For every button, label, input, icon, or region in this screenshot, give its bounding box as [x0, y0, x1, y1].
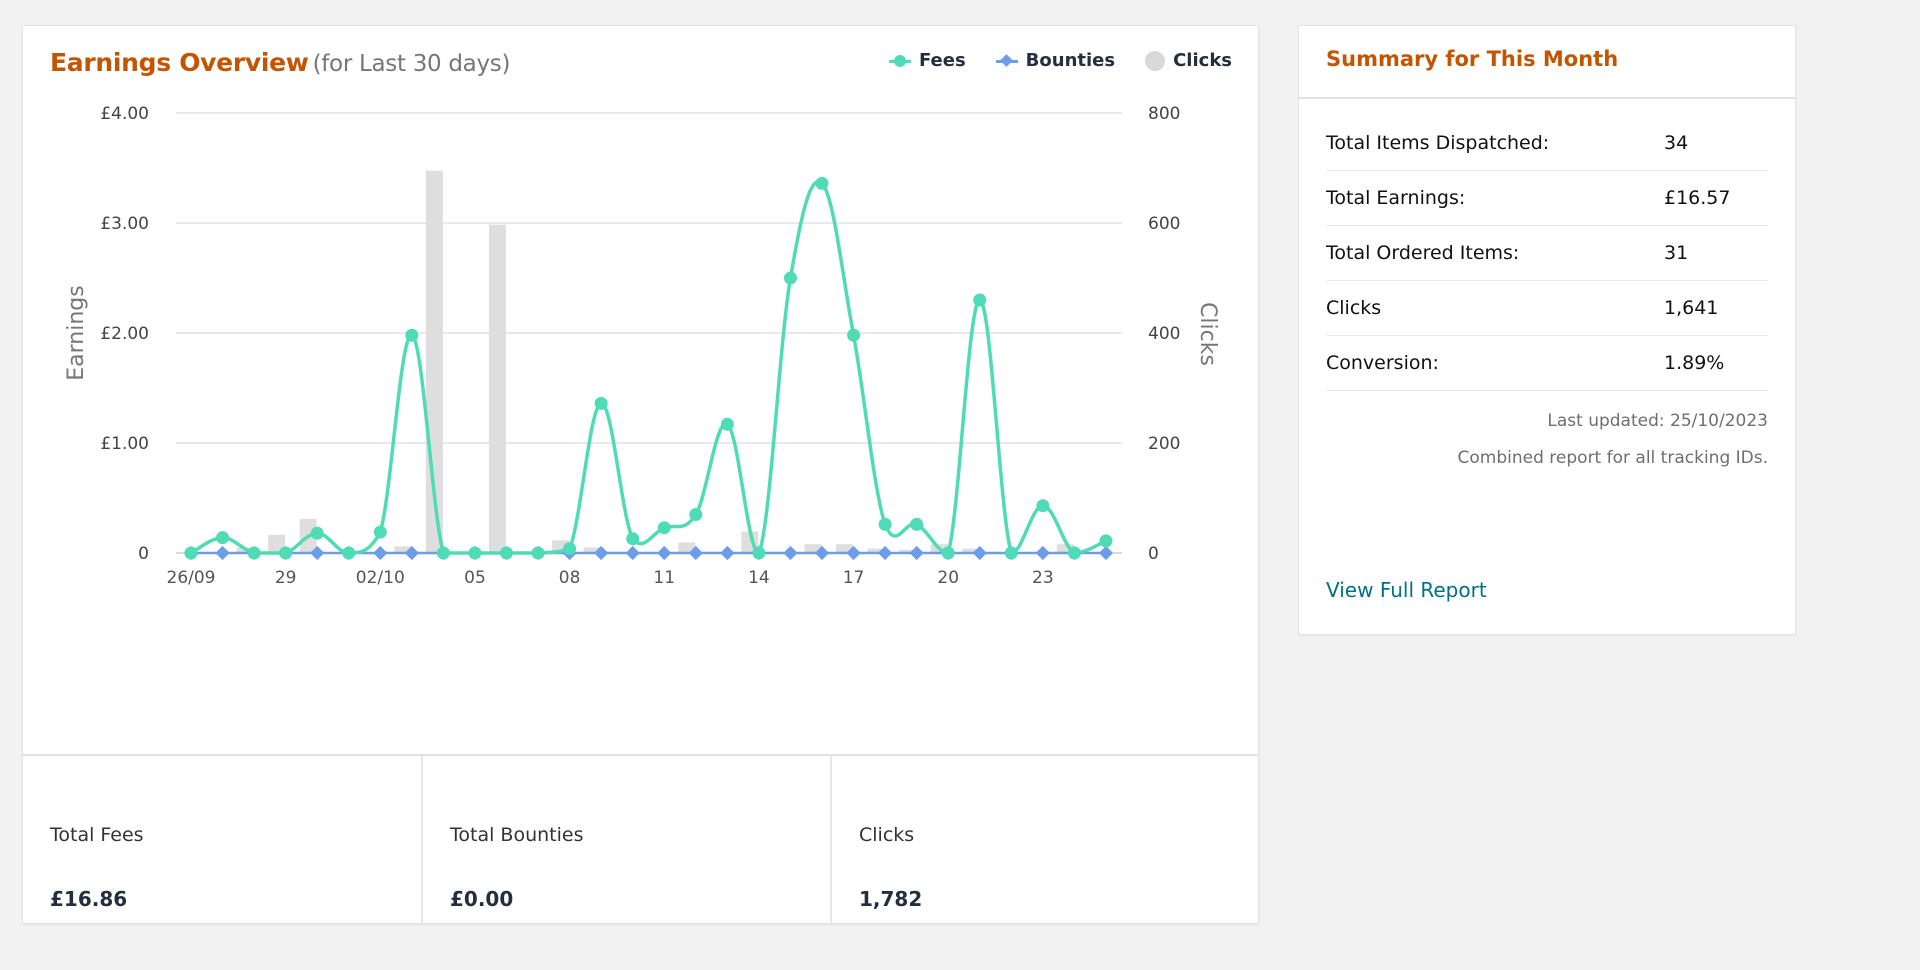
- x-tick-label: 26/09: [167, 568, 216, 588]
- fees-point-zero: [468, 546, 482, 560]
- y2-tick-label: 0: [1148, 544, 1159, 564]
- fees-point-zero: [342, 546, 356, 560]
- summary-row-items-dispatched: Total Items Dispatched: 34: [1326, 116, 1768, 171]
- stats-row: Total Fees £16.86 Total Bounties £0.00 C…: [23, 754, 1258, 925]
- stat-clicks: Clicks 1,782: [830, 756, 1258, 925]
- summary-row-ordered-items: Total Ordered Items: 31: [1326, 226, 1768, 281]
- y2-tick-label: 800: [1148, 104, 1180, 124]
- summary-card: Summary for This Month Total Items Dispa…: [1298, 25, 1796, 635]
- fees-point: [1036, 499, 1050, 513]
- x-tick-label: 17: [843, 568, 865, 588]
- fees-point: [689, 508, 703, 521]
- summary-header: Summary for This Month: [1299, 26, 1795, 99]
- summary-value: 1,641: [1664, 297, 1719, 319]
- earnings-chart: 0 £1.00 £2.00 £3.00 £4.00 0 200 400 600 800 Earnin…: [64, 104, 1220, 588]
- fees-point-zero: [247, 546, 261, 560]
- summary-row-total-earnings: Total Earnings: £16.57: [1326, 171, 1768, 226]
- fees-point: [405, 328, 419, 342]
- bounties-point: [373, 545, 388, 561]
- fees-point: [847, 328, 861, 342]
- fees-point-zero: [752, 546, 766, 560]
- y-tick-label: £1.00: [100, 434, 149, 454]
- summary-title: Summary for This Month: [1326, 47, 1619, 71]
- y-tick-label: £2.00: [100, 324, 149, 344]
- report-note: Combined report for all tracking IDs.: [1457, 448, 1768, 468]
- fees-point: [783, 271, 797, 285]
- bounties-point: [625, 545, 640, 561]
- fees-point: [878, 517, 892, 531]
- stat-label: Clicks: [859, 824, 915, 846]
- bounties-point: [878, 545, 893, 561]
- stat-total-bounties: Total Bounties £0.00: [421, 756, 830, 925]
- fees-point-zero: [279, 546, 293, 560]
- stat-label: Total Fees: [50, 824, 144, 846]
- fees-point: [657, 521, 671, 535]
- last-updated: Last updated: 25/10/2023: [1547, 411, 1768, 431]
- summary-label: Conversion:: [1326, 352, 1439, 374]
- summary-label: Total Ordered Items:: [1326, 242, 1520, 264]
- bounties-point: [909, 545, 924, 561]
- bounties-point: [1035, 545, 1050, 561]
- x-tick-label: 20: [937, 568, 959, 588]
- fees-point: [626, 532, 640, 546]
- bounties-point: [1098, 545, 1114, 561]
- fees-point-zero: [500, 546, 513, 560]
- fees-point-zero: [184, 546, 198, 560]
- clicks-bar: [488, 224, 506, 553]
- y-tick-label: £4.00: [100, 104, 149, 124]
- summary-value: 34: [1664, 132, 1689, 154]
- y2-axis-title: Clicks: [1195, 302, 1220, 366]
- summary-value: 1.89%: [1664, 352, 1725, 374]
- fees-point: [310, 526, 324, 540]
- fees-point-zero: [1067, 546, 1081, 560]
- stat-value: £16.86: [50, 887, 128, 911]
- fees-point: [216, 531, 230, 545]
- x-tick-label: 11: [653, 568, 675, 588]
- fees-point: [594, 396, 608, 410]
- y2-tick-label: 600: [1148, 214, 1180, 234]
- summary-row-conversion: Conversion: 1.89%: [1326, 336, 1768, 391]
- y2-tick-label: 200: [1148, 434, 1180, 454]
- x-tick-label: 29: [275, 568, 297, 588]
- bounties-point: [720, 545, 735, 561]
- bounties-point: [972, 545, 987, 561]
- x-tick-label: 23: [1032, 568, 1054, 588]
- view-full-report-link[interactable]: View Full Report: [1326, 578, 1487, 602]
- fees-point-zero: [531, 546, 545, 560]
- earnings-overview-card: Earnings Overview (for Last 30 days) Fees…: [22, 25, 1259, 925]
- summary-row-clicks: Clicks 1,641: [1326, 281, 1768, 336]
- fees-point: [815, 176, 829, 190]
- fees-point: [720, 417, 734, 431]
- stat-total-fees: Total Fees £16.86: [23, 756, 421, 925]
- stat-label: Total Bounties: [450, 824, 584, 846]
- y2-tick-label: 400: [1148, 324, 1180, 344]
- stat-value: £0.00: [450, 887, 514, 911]
- bounties-point: [657, 545, 672, 561]
- stat-value: 1,782: [859, 887, 923, 911]
- summary-value: £16.57: [1664, 187, 1731, 209]
- fees-point: [1099, 534, 1113, 548]
- summary-label: Total Items Dispatched:: [1326, 132, 1550, 154]
- fees-line: [190, 180, 1107, 555]
- fees-point-zero: [1004, 546, 1018, 560]
- fees-point-zero: [941, 546, 955, 560]
- fees-point: [910, 517, 924, 531]
- summary-list: Total Items Dispatched: 34 Total Earning…: [1326, 116, 1768, 391]
- x-tick-label: 08: [559, 568, 581, 588]
- x-tick-label: 14: [748, 568, 770, 588]
- fees-point: [373, 525, 387, 539]
- bounties-point: [783, 545, 798, 561]
- x-tick-label: 02/10: [356, 568, 405, 588]
- x-tick-label: 05: [464, 568, 486, 588]
- summary-label: Total Earnings:: [1326, 187, 1466, 209]
- y-tick-label: £3.00: [100, 214, 149, 234]
- fees-point: [563, 542, 577, 556]
- summary-label: Clicks: [1326, 297, 1382, 319]
- summary-value: 31: [1664, 242, 1689, 264]
- y-tick-label: 0: [138, 544, 149, 564]
- fees-point-zero: [436, 546, 450, 560]
- fees-point: [973, 293, 987, 307]
- bounties-point: [215, 545, 230, 561]
- y-axis-title: Earnings: [64, 285, 89, 380]
